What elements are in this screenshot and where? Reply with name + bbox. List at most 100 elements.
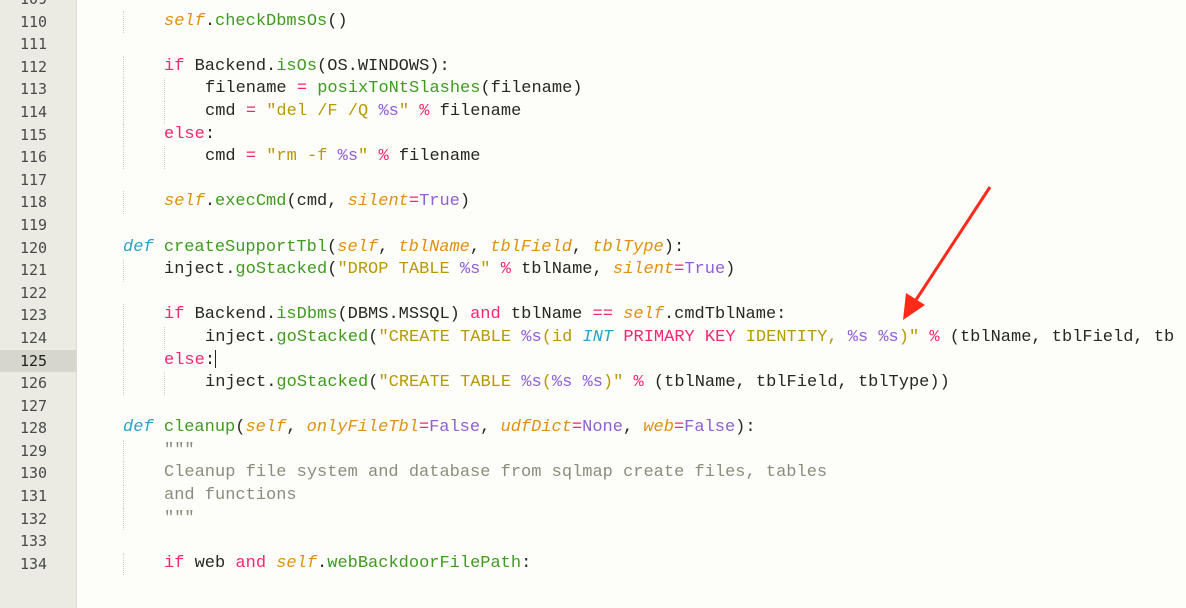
code-line-111[interactable]: 111 [0,33,1186,56]
token-str: " [480,260,491,280]
code-line-131[interactable]: 131 and functions [0,485,1186,508]
code-text: if web and self.webBackdoorFilePath: [164,553,531,576]
token-plain: web [184,553,236,573]
code-line-128[interactable]: 128 def cleanup(self, onlyFileTbl=False, … [0,417,1186,440]
line-number: 116 [20,148,48,167]
code-line-110[interactable]: 110 self.checkDbmsOs() [0,10,1186,34]
code-lines[interactable]: 109110self.checkDbmsOs()111112if Backend… [0,0,1186,576]
token-plain: . [204,11,216,31]
token-kw: if [164,56,185,76]
token-plain: inject. [205,373,277,393]
code-line-113[interactable]: 113 filename = posixToNtSlashes(filename) [0,78,1186,101]
token-param: self [337,237,379,257]
code-text: """ [164,440,195,463]
line-number: 117 [20,170,48,189]
token-param: self [245,418,287,438]
token-str: "CREATE TABLE [378,327,522,347]
code-line-125[interactable]: 125 else: [0,349,1186,373]
token-def: def [123,237,154,257]
indent-guide [123,439,124,463]
code-text: """ [164,508,195,531]
token-plain: ( [368,327,379,347]
token-plain: filename [429,101,522,121]
token-const: False [684,418,736,438]
token-op: % [929,327,940,347]
token-const: False [429,418,481,438]
line-number: 127 [20,396,48,415]
token-self: self [276,553,318,573]
token-fn: checkDbmsOs [215,11,328,31]
token-com: """ [164,440,195,460]
line-number: 120 [20,238,48,257]
code-line-122[interactable]: 122 [0,282,1186,305]
code-line-127[interactable]: 127 [0,395,1186,418]
token-fmt: %s %s [847,327,899,347]
code-editor[interactable]: 109110self.checkDbmsOs()111112if Backend… [0,0,1186,608]
token-plain: (filename) [480,79,583,99]
code-line-123[interactable]: 123 if Backend.isDbms(DBMS.MSSQL) and tbl… [0,304,1186,327]
code-line-126[interactable]: 126 inject.goStacked("CREATE TABLE %s(%s … [0,372,1186,395]
token-plain: Backend. [184,56,277,76]
token-op: % [633,373,644,393]
line-number: 115 [20,125,48,144]
code-line-129[interactable]: 129 """ [0,439,1186,463]
code-line-112[interactable]: 112 if Backend.isOs(OS.WINDOWS): [0,55,1186,79]
indent-guide [123,507,124,531]
code-line-133[interactable]: 133 [0,530,1186,553]
line-number: 122 [20,283,48,302]
line-number: 130 [20,464,48,483]
token-param: udfDict [500,418,572,438]
code-line-120[interactable]: 120 def createSupportTbl(self, tblName, t… [0,237,1186,260]
token-op: % [500,260,511,280]
token-kw: else [164,350,205,370]
token-str: "CREATE TABLE [378,373,522,393]
token-plain: : [204,350,216,370]
code-line-118[interactable]: 118 self.execCmd(cmd, silent=True) [0,191,1186,214]
line-number: 114 [20,102,48,121]
code-line-134[interactable]: 134 if web and self.webBackdoorFilePath: [0,552,1186,576]
token-str: "rm -f [266,147,338,167]
token-str: ( [541,373,552,393]
code-text: if Backend.isOs(OS.WINDOWS): [164,56,450,79]
token-str: )" [602,373,624,393]
token-str: "DROP TABLE [337,260,460,280]
code-line-130[interactable]: 130 Cleanup file system and database from… [0,462,1186,486]
code-line-116[interactable]: 116 cmd = "rm -f %s" % filename [0,146,1186,169]
token-fn: posixToNtSlashes [317,79,481,99]
token-plain: ) [725,260,736,280]
code-line-109[interactable]: 109 [0,0,1186,11]
indent-guide [123,462,124,486]
token-fmt: %s [337,147,359,167]
indent-guide [164,78,165,101]
token-plain: ): [663,237,685,257]
token-kw: PRIMARY KEY [623,327,736,347]
code-text: inject.goStacked("DROP TABLE %s" % tblNa… [164,259,735,282]
code-line-119[interactable]: 119 [0,214,1186,237]
token-com: Cleanup file system and database from sq… [164,463,828,483]
line-number: 119 [20,215,48,234]
token-plain: (cmd, [286,192,348,212]
token-plain: cmd [205,101,246,121]
code-line-132[interactable]: 132 """ [0,507,1186,531]
line-number: 121 [20,261,48,280]
line-number: 109 [0,0,76,11]
line-number: 129 [20,441,48,460]
token-def: def [123,418,154,438]
code-text: def cleanup(self, onlyFileTbl=False, udf… [123,417,756,440]
line-number: 113 [20,80,48,99]
token-plain: , [622,418,644,438]
code-text: inject.goStacked("CREATE TABLE %s(%s %s)… [205,372,950,395]
code-line-124[interactable]: 124 inject.goStacked("CREATE TABLE %s(id … [0,326,1186,350]
token-fmt: %s [521,373,542,393]
token-plain: (tblName, tblField, tblType)) [643,373,950,393]
code-line-114[interactable]: 114 cmd = "del /F /Q %s" % filename [0,100,1186,124]
code-line-121[interactable]: 121 inject.goStacked("DROP TABLE %s" % tb… [0,259,1186,282]
token-fn: cleanup [163,418,236,438]
code-line-117[interactable]: 117 [0,169,1186,192]
token-def: INT [582,327,614,347]
token-plain: filename [205,79,297,99]
code-line-115[interactable]: 115 else: [0,123,1186,147]
